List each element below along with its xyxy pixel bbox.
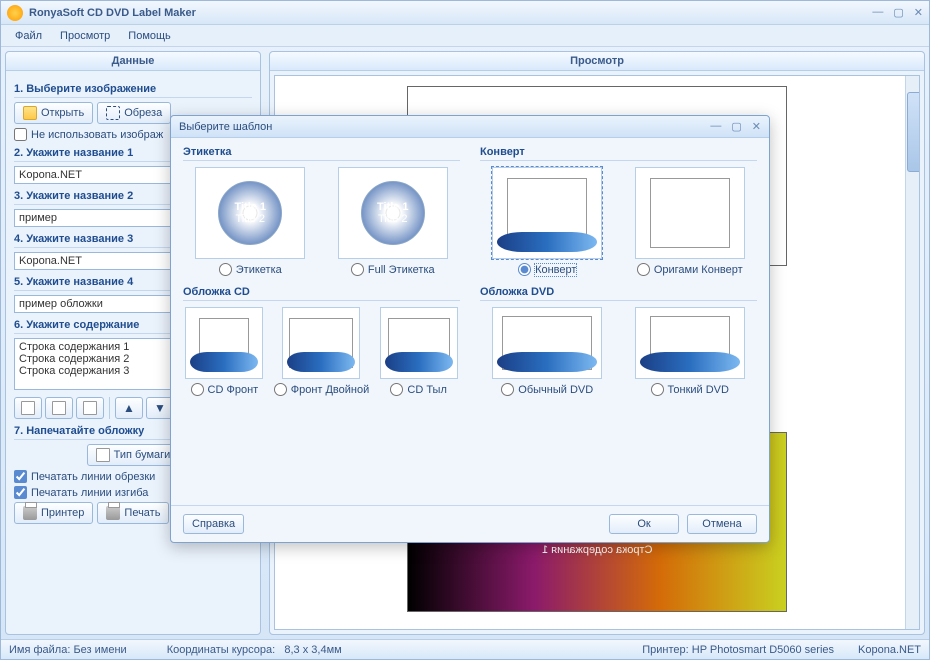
content-tool1-button[interactable]	[14, 397, 42, 419]
open-button[interactable]: Открыть	[14, 102, 93, 124]
grid-icon	[83, 401, 97, 415]
radio-dvdnormal[interactable]: Обычный DVD	[501, 383, 593, 396]
thumb-frontdouble[interactable]	[282, 307, 360, 379]
dialog-cancel-button[interactable]: Отмена	[687, 514, 757, 534]
radio-konvert[interactable]: Конверт	[518, 263, 576, 276]
status-printer: Принтер: HP Photosmart D5060 series	[642, 644, 834, 656]
data-panel-title: Данные	[6, 52, 260, 71]
thumb-cdfront[interactable]	[185, 307, 263, 379]
radio-cdback[interactable]: CD Тыл	[390, 383, 447, 396]
list-icon	[52, 401, 66, 415]
thumb-etiketka[interactable]: Title 1Title 2	[195, 167, 305, 259]
radio-frontdouble[interactable]: Фронт Двойной	[274, 383, 370, 396]
open-label: Открыть	[41, 107, 84, 119]
app-title: RonyaSoft CD DVD Label Maker	[29, 7, 196, 19]
radio-fulletiketka[interactable]: Full Этикетка	[351, 263, 435, 276]
radio-cdfront[interactable]: CD Фронт	[191, 383, 259, 396]
noimage-label: Не использовать изображ	[31, 129, 163, 141]
radio-etiketka[interactable]: Этикетка	[219, 263, 282, 276]
printer-label: Принтер	[41, 507, 84, 519]
scrollbar-thumb[interactable]	[907, 92, 920, 172]
app-icon	[7, 5, 23, 21]
thumb-cdback[interactable]	[380, 307, 458, 379]
maximize-button[interactable]: ▢	[893, 6, 903, 19]
crop-label: Обреза	[124, 107, 162, 119]
status-brand: Kopona.NET	[858, 644, 921, 656]
menu-view[interactable]: Просмотр	[54, 28, 116, 44]
step1-header: 1. Выберите изображение	[14, 83, 252, 98]
section-label-cdcover: Обложка CD	[183, 286, 460, 301]
content-tool2-button[interactable]	[45, 397, 73, 419]
status-cursor: Координаты курсора: 8,3 x 3,4мм	[167, 644, 342, 656]
thumb-origami[interactable]	[635, 167, 745, 259]
status-file: Имя файла: Без имени	[9, 644, 127, 656]
papertype-button[interactable]: Тип бумаги	[87, 444, 180, 466]
minimize-button[interactable]: —	[872, 6, 883, 19]
menu-file[interactable]: Файл	[9, 28, 48, 44]
page-icon	[21, 401, 35, 415]
statusbar: Имя файла: Без имени Координаты курсора:…	[1, 639, 929, 659]
dialog-help-button[interactable]: Справка	[183, 514, 244, 534]
section-label-konvert: Конверт	[480, 146, 757, 161]
thumb-fulletiketka[interactable]: Title 1Title 2	[338, 167, 448, 259]
papertype-label: Тип бумаги	[114, 449, 171, 461]
print-icon	[106, 506, 120, 520]
print-label: Печать	[124, 507, 160, 519]
dialog-ok-button[interactable]: Ок	[609, 514, 679, 534]
dialog-close-button[interactable]: ✕	[752, 120, 761, 133]
thumb-dvdnormal[interactable]	[492, 307, 602, 379]
dialog-title: Выберите шаблон	[179, 121, 272, 133]
print-button[interactable]: Печать	[97, 502, 169, 524]
titlebar: RonyaSoft CD DVD Label Maker — ▢ ✕	[1, 1, 929, 25]
crop-button[interactable]: Обреза	[97, 102, 171, 124]
dialog-titlebar: Выберите шаблон — ▢ ✕	[171, 116, 769, 138]
paper-icon	[96, 448, 110, 462]
close-button[interactable]: ✕	[914, 6, 923, 19]
radio-origami[interactable]: Оригами Конверт	[637, 263, 743, 276]
radio-dvdslim[interactable]: Тонкий DVD	[651, 383, 729, 396]
trimlines-label: Печатать линии обрезки	[31, 471, 155, 483]
thumb-konvert[interactable]	[492, 167, 602, 259]
section-label-etiketka: Этикетка	[183, 146, 460, 161]
template-dialog: Выберите шаблон — ▢ ✕ Этикетка Title 1Ti…	[170, 115, 770, 543]
printer-icon	[23, 506, 37, 520]
content-tool3-button[interactable]	[76, 397, 104, 419]
crop-icon	[106, 106, 120, 120]
dialog-minimize-button[interactable]: —	[710, 120, 721, 133]
menu-help[interactable]: Помощь	[122, 28, 177, 44]
content-line: Строка содержания 1	[542, 544, 652, 556]
preview-panel-title: Просмотр	[270, 52, 924, 71]
dialog-maximize-button[interactable]: ▢	[731, 120, 741, 133]
foldlines-label: Печатать линии изгиба	[31, 487, 148, 499]
thumb-dvdslim[interactable]	[635, 307, 745, 379]
section-label-dvdcover: Обложка DVD	[480, 286, 757, 301]
menubar: Файл Просмотр Помощь	[1, 25, 929, 47]
content-up-button[interactable]: ▲	[115, 397, 143, 419]
preview-scrollbar[interactable]	[905, 76, 919, 629]
printer-button[interactable]: Принтер	[14, 502, 93, 524]
folder-icon	[23, 106, 37, 120]
